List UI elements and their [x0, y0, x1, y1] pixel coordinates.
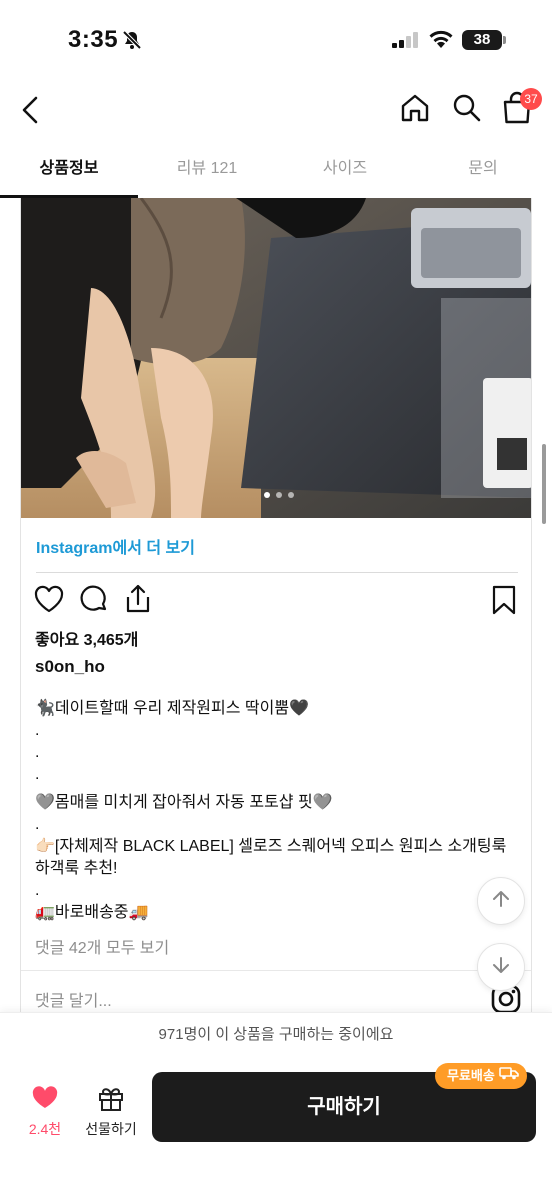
- view-on-instagram-link[interactable]: Instagram에서 더 보기: [36, 534, 195, 558]
- comment-icon[interactable]: [79, 584, 109, 619]
- caption-line: .: [35, 766, 40, 783]
- post-photo[interactable]: [21, 198, 531, 518]
- tab-product-info[interactable]: 상품정보: [0, 140, 138, 198]
- divider: [21, 970, 531, 971]
- search-icon[interactable]: [450, 91, 484, 130]
- caption-line: .: [35, 882, 40, 899]
- status-time: 3:35: [68, 26, 119, 53]
- post-username[interactable]: s0on_ho: [35, 657, 105, 677]
- top-navigation-bar: [0, 80, 552, 140]
- battery-tip: [503, 36, 506, 44]
- caption-line: 🚛바로배송중🚚: [35, 904, 149, 921]
- arrow-up-icon: [490, 888, 512, 915]
- caption-line: .: [35, 722, 40, 739]
- gift-label: 선물하기: [85, 1121, 137, 1137]
- like-count: 2.4천: [28, 1121, 62, 1137]
- instagram-embed: Instagram에서 더 보기 좋아요 3,465개 s0on_ho 🐈‍⬛데…: [20, 198, 532, 1028]
- bookmark-icon[interactable]: [491, 584, 517, 621]
- cart-count-badge: 37: [520, 88, 542, 110]
- tab-size[interactable]: 사이즈: [276, 140, 414, 198]
- caption-line: 🩶몸매를 미치게 잡아줘서 자동 포토샵 핏🩶: [35, 794, 333, 811]
- back-icon[interactable]: [14, 90, 46, 135]
- free-shipping-badge: 무료배송: [435, 1063, 527, 1089]
- scroll-to-top-button[interactable]: [477, 877, 525, 925]
- likes-count: 좋아요 3,465개: [35, 632, 139, 649]
- view-all-comments-link[interactable]: 댓글 42개 모두 보기: [35, 934, 169, 958]
- home-icon[interactable]: [398, 91, 432, 130]
- like-button[interactable]: 2.4천: [22, 1086, 68, 1139]
- page-scrollbar[interactable]: [542, 444, 546, 524]
- arrow-down-icon: [490, 954, 512, 981]
- post-caption: 🐈‍⬛데이트할때 우리 제작원피스 딱이뿜🖤 . . . 🩶몸매를 미치게 잡아…: [35, 698, 525, 924]
- truck-icon: [499, 1063, 519, 1089]
- divider: [36, 572, 518, 573]
- caption-line: 🐈‍⬛데이트할때 우리 제작원피스 딱이뿜🖤: [35, 700, 309, 717]
- wifi-icon: [428, 29, 454, 54]
- caption-line: .: [35, 816, 40, 833]
- bell-off-icon: [122, 30, 142, 55]
- caption-line: 👉🏻[자체제작 BLACK LABEL] 셀로즈 스퀘어넥 오피스 원피스 소개…: [35, 838, 507, 877]
- battery-indicator: 38: [462, 30, 502, 50]
- product-tabs: 상품정보 리뷰 121 사이즈 문의: [0, 140, 552, 198]
- gift-button[interactable]: 선물하기: [80, 1084, 142, 1139]
- caption-line: .: [35, 744, 40, 761]
- heart-icon[interactable]: [33, 584, 65, 619]
- status-bar: 3:35 38: [0, 0, 552, 80]
- cellular-signal-icon: [392, 32, 420, 53]
- gift-icon: [97, 1088, 125, 1116]
- share-icon[interactable]: [123, 583, 153, 620]
- scroll-to-bottom-button[interactable]: [477, 943, 525, 991]
- add-comment-input[interactable]: 댓글 달기...: [35, 987, 112, 1011]
- tab-inquiry[interactable]: 문의: [414, 140, 552, 198]
- tab-reviews[interactable]: 리뷰 121: [138, 140, 276, 198]
- heart-filled-icon: [32, 1086, 58, 1114]
- buyers-notice: 971명이 이 상품을 구매하는 중이에요: [158, 1026, 394, 1043]
- free-shipping-label: 무료배송: [447, 1068, 495, 1083]
